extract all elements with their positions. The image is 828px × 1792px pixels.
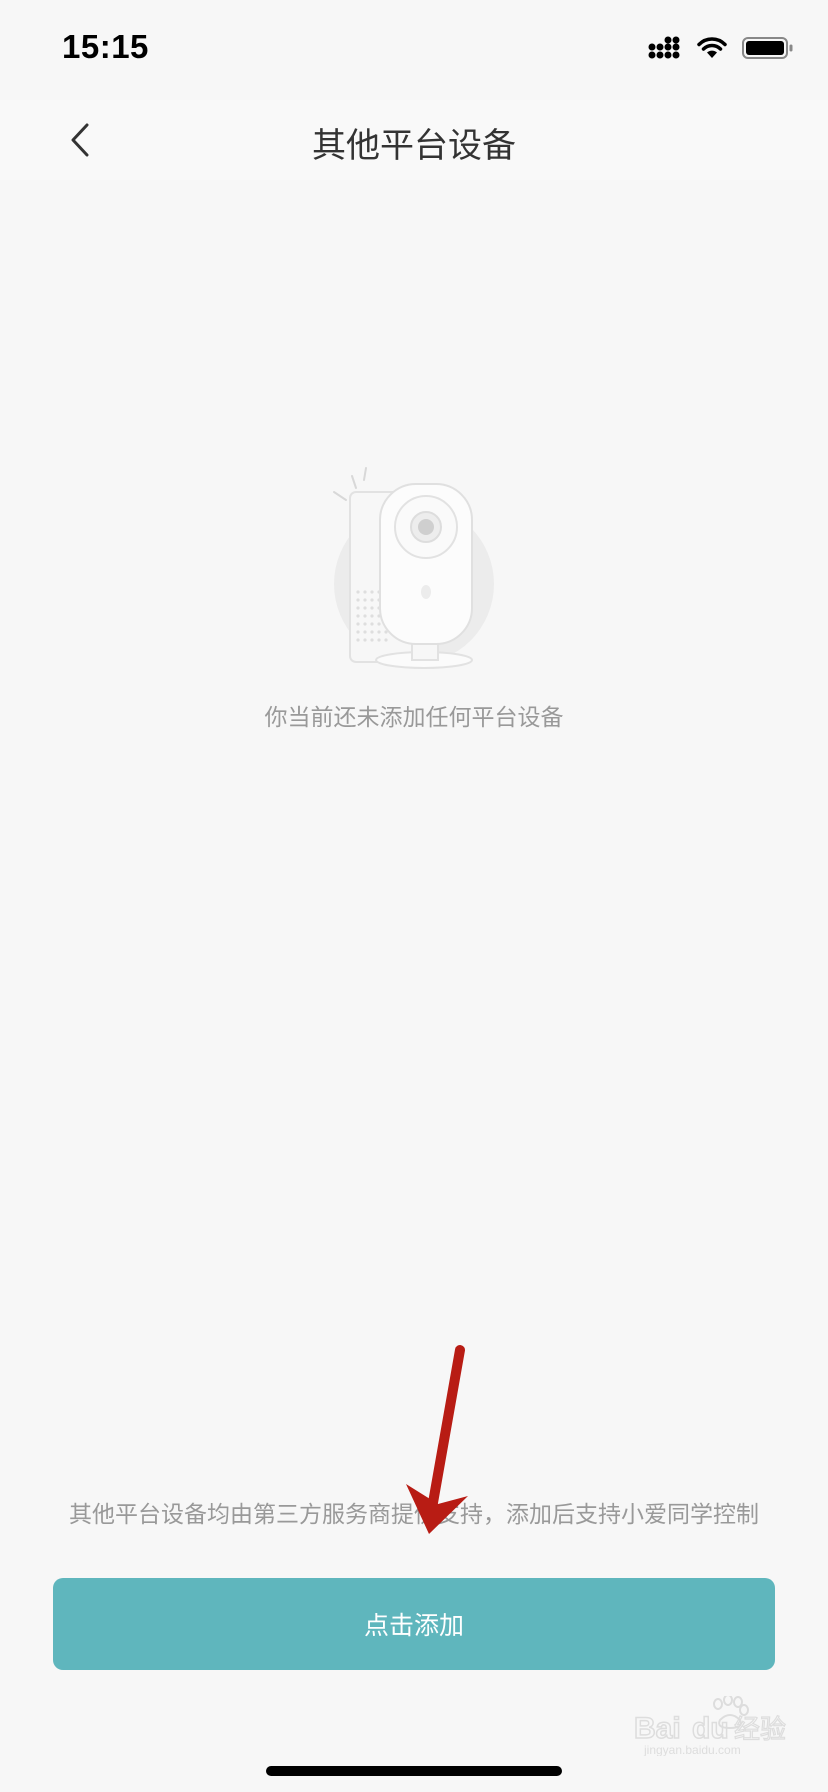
battery-icon (742, 36, 794, 64)
empty-state-message: 你当前还未添加任何平台设备 (264, 705, 564, 731)
nav-bar: 其他平台设备 (0, 100, 828, 180)
camera-illustration (333, 467, 494, 669)
screen: 15:15 其他平台设备 你当前还未添加任何平台设备 其他平台设备均由第三方服务… (0, 0, 828, 1792)
signal-icon (648, 36, 682, 64)
footer-note: 其他平台设备均由第三方服务商提供支持，添加后支持小爱同学控制 (69, 1502, 759, 1528)
svg-text:经验: 经验 (734, 1715, 786, 1745)
svg-text:jingyan.baidu.com: jingyan.baidu.com (643, 1743, 741, 1756)
status-icons (648, 36, 794, 64)
home-indicator[interactable] (266, 1766, 562, 1776)
svg-text:Bai: Bai (634, 1712, 681, 1745)
wifi-icon (696, 36, 728, 64)
baidu-jingyan-watermark: Bai du 经验 jingyan.baidu.com (633, 1696, 787, 1756)
page-title: 其他平台设备 (312, 126, 516, 166)
status-time: 15:15 (62, 28, 149, 65)
status-bar: 15:15 (0, 0, 828, 100)
add-device-button[interactable]: 点击添加 (53, 1578, 775, 1670)
svg-text:du: du (692, 1712, 729, 1745)
